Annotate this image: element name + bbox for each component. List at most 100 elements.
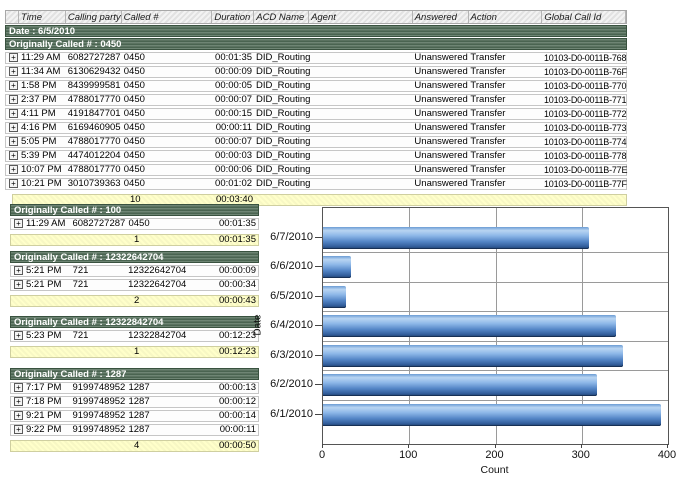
- cell-agent: [309, 95, 412, 105]
- summary-count: 4: [126, 441, 216, 451]
- cell-called: 1287: [126, 397, 216, 407]
- cell-answered: Unanswered: [412, 151, 468, 161]
- cell-agent: [309, 165, 412, 175]
- cell-calling: 9199748952: [70, 411, 126, 421]
- expand-row-button[interactable]: +: [9, 165, 18, 174]
- y-axis-tick-label: 6/6/2010: [252, 260, 313, 272]
- cell-called: 0450: [122, 123, 212, 133]
- cell-calling: 4788017770: [66, 137, 122, 147]
- x-axis-tick-label: 400: [650, 449, 676, 461]
- x-axis-tick-label: 100: [391, 449, 425, 461]
- call-row: +5:21 PM7211232264270400:00:09: [10, 265, 259, 277]
- expand-row-button[interactable]: +: [14, 383, 23, 392]
- cell-answered: Unanswered: [412, 95, 468, 105]
- cell-acd: DID_Routing: [254, 137, 309, 147]
- expand-row-button[interactable]: +: [9, 109, 18, 118]
- call-row: +1:58 PM8439999581045000:00:05DID_Routin…: [5, 80, 627, 92]
- cell-time: 11:29 AM: [24, 219, 70, 229]
- cell-global: 10103-D0-0011B-77E: [542, 165, 626, 175]
- date-group-band: Date : 6/5/2010: [5, 25, 627, 37]
- category-separator: [323, 370, 668, 371]
- group-header-band: Originally Called # : 12322642704: [10, 251, 259, 263]
- cell-global: 10103-D0-0011B-771: [542, 95, 626, 105]
- expand-row-button[interactable]: +: [9, 179, 18, 188]
- chart-bar-6-1-2010: [323, 404, 661, 426]
- expand-row-button[interactable]: +: [14, 219, 23, 228]
- cell-expand: +: [11, 411, 24, 421]
- column-header-action: Action: [469, 11, 543, 23]
- cell-called: 0450: [122, 109, 212, 119]
- cell-global: 10103-D0-0011B-774: [542, 137, 626, 147]
- cell-expand: +: [6, 67, 19, 77]
- column-header-acd: ACD Name: [254, 11, 309, 23]
- cell-time: 4:16 PM: [19, 123, 66, 133]
- x-axis-tick: [322, 444, 323, 448]
- cell-agent: [309, 179, 412, 189]
- group-header-band: Originally Called # : 12322842704: [10, 316, 259, 328]
- cell-agent: [309, 67, 412, 77]
- cell-time: 5:21 PM: [24, 266, 71, 276]
- expand-row-button[interactable]: +: [14, 425, 23, 434]
- call-row: +5:05 PM4788017770045000:00:07DID_Routin…: [5, 136, 627, 148]
- summary-spacer: [11, 296, 126, 306]
- expand-row-button[interactable]: +: [14, 266, 23, 275]
- chart-bar-6-2-2010: [323, 374, 597, 396]
- cell-time: 2:37 PM: [19, 95, 66, 105]
- y-axis-tick: [315, 384, 322, 385]
- expand-row-button[interactable]: +: [9, 137, 18, 146]
- expand-row-button[interactable]: +: [9, 53, 18, 62]
- category-separator: [323, 252, 668, 253]
- expand-row-button[interactable]: +: [14, 397, 23, 406]
- call-row: +9:21 PM9199748952128700:00:14: [10, 410, 259, 422]
- chart-bar-6-4-2010: [323, 315, 616, 337]
- cell-calling: 6082727287: [70, 219, 126, 229]
- column-header-called: Called #: [122, 11, 213, 23]
- cell-calling: 6082727287: [66, 53, 122, 63]
- expand-row-button[interactable]: +: [14, 280, 23, 289]
- group-header-band: Originally Called # : 100: [10, 204, 259, 216]
- cell-expand: +: [6, 109, 19, 119]
- group-block: Originally Called # : 100 +11:29 AM608272…: [10, 204, 259, 246]
- cell-time: 9:22 PM: [24, 425, 70, 435]
- expand-row-button[interactable]: +: [9, 123, 18, 132]
- cell-global: 10103-D0-0011B-778: [542, 151, 626, 161]
- expand-row-button[interactable]: +: [9, 95, 18, 104]
- cell-acd: DID_Routing: [254, 109, 309, 119]
- x-axis-tick-label: 0: [305, 449, 339, 461]
- expand-row-button[interactable]: +: [14, 411, 23, 420]
- cell-acd: DID_Routing: [254, 151, 309, 161]
- cell-acd: DID_Routing: [254, 165, 309, 175]
- cell-calling: 4788017770: [66, 165, 122, 175]
- cell-expand: +: [11, 397, 24, 407]
- cell-expand: +: [11, 383, 24, 393]
- cell-action: Transfer: [468, 123, 542, 133]
- cell-time: 10:07 PM: [19, 165, 66, 175]
- expand-row-button[interactable]: +: [14, 331, 23, 340]
- cell-duration: 00:00:09: [212, 67, 254, 77]
- cell-duration: 00:01:02: [212, 179, 254, 189]
- expand-row-button[interactable]: +: [9, 81, 18, 90]
- cell-answered: Unanswered: [412, 179, 468, 189]
- cell-agent: [309, 53, 412, 63]
- summary-spacer: [11, 235, 126, 245]
- cell-action: Transfer: [468, 53, 542, 63]
- cell-calling: 721: [71, 266, 127, 276]
- y-axis-tick-label: 6/7/2010: [252, 231, 313, 243]
- call-row: +11:34 AM6130629432045000:00:09DID_Routi…: [5, 66, 627, 78]
- cell-expand: +: [11, 219, 24, 229]
- chart-plot-area: [322, 207, 669, 445]
- cell-answered: Unanswered: [412, 123, 468, 133]
- cell-answered: Unanswered: [412, 67, 468, 77]
- cell-calling: 9199748952: [70, 425, 126, 435]
- call-row: +11:29 AM6082727287045000:01:35: [10, 218, 259, 230]
- cell-agent: [309, 151, 412, 161]
- y-axis-tick: [315, 266, 322, 267]
- summary-count: 1: [126, 235, 216, 245]
- x-axis-tick-label: 300: [564, 449, 598, 461]
- expand-row-button[interactable]: +: [9, 67, 18, 76]
- y-axis-tick-label: 6/3/2010: [252, 349, 313, 361]
- call-row: +4:16 PM6169460905045000:00:11DID_Routin…: [5, 122, 627, 134]
- expand-row-button[interactable]: +: [9, 151, 18, 160]
- group-header-band: Originally Called # : 1287: [10, 368, 259, 380]
- cell-expand: +: [6, 81, 19, 91]
